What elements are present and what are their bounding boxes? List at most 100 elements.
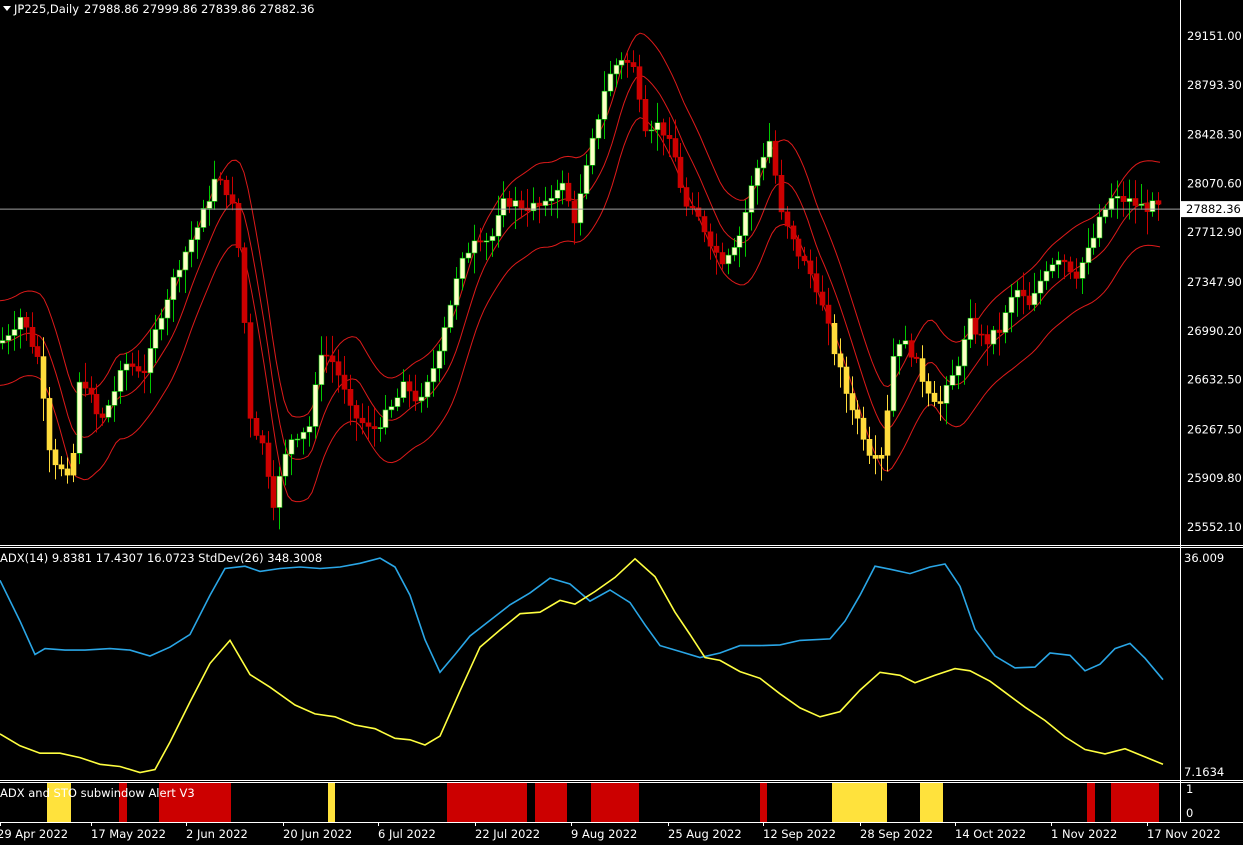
candle-body — [536, 202, 543, 206]
candle-body — [347, 388, 354, 406]
price-tick-label: 29151.00 — [1187, 29, 1242, 43]
candle-body — [919, 358, 926, 382]
candle-body — [312, 384, 319, 427]
candle-body — [984, 334, 991, 345]
candle-body — [813, 273, 820, 293]
candle-body — [388, 406, 395, 411]
alert-header: ADX and STO subwindow Alert V3 — [0, 786, 195, 800]
chart-canvas[interactable]: 27882.36 29151.00 28793.30 28428.30 28070.60… — [0, 0, 1243, 845]
candle-body — [259, 435, 266, 444]
candle-body — [412, 390, 419, 402]
candle-body — [607, 73, 614, 92]
candle-body — [430, 368, 437, 383]
ohlc-values: 27988.86 27999.86 27839.86 27882.36 — [84, 2, 314, 16]
candle-body — [530, 202, 537, 212]
candle-body — [648, 129, 655, 132]
candle-body — [206, 201, 213, 209]
alert-tick-1: 1 — [1186, 782, 1193, 796]
candle-body — [843, 366, 850, 394]
time-tick-label: 17 Nov 2022 — [1147, 827, 1221, 841]
candle-body — [849, 393, 856, 411]
candle-body — [949, 375, 956, 386]
alert-bar-red — [447, 783, 527, 822]
candle-body — [961, 339, 968, 367]
candle-body — [223, 179, 230, 196]
candle-body — [200, 208, 207, 228]
candle-body — [636, 66, 643, 100]
candle-body — [76, 381, 83, 454]
candle-body — [754, 167, 761, 186]
price-tick-label: 28793.30 — [1187, 78, 1242, 92]
candle-body — [82, 381, 89, 389]
candle-body — [1144, 203, 1151, 212]
last-price-label: 27882.36 — [1186, 202, 1241, 216]
candle-body — [500, 198, 507, 216]
candle-body — [453, 278, 460, 306]
candle-body — [683, 187, 690, 207]
alert-bar-red — [591, 783, 639, 822]
indicator-header: ADX(14) 9.8381 17.4307 16.0723 StdDev(26… — [0, 551, 322, 565]
candle-body — [819, 291, 826, 306]
indicator-tick-top: 36.009 — [1184, 551, 1224, 565]
candle-body — [406, 381, 413, 392]
candle-body — [801, 255, 808, 262]
candle-body — [896, 343, 903, 357]
candle-body — [447, 304, 454, 328]
symbol-label: JP225,Daily — [13, 2, 79, 16]
alert-tick-0: 0 — [1186, 806, 1193, 820]
candle-body — [253, 417, 260, 436]
candle-body — [860, 417, 867, 440]
candle-body — [46, 398, 53, 451]
candle-body — [866, 438, 873, 456]
candle-body — [742, 212, 749, 237]
candle-body — [329, 355, 336, 363]
candle-body — [548, 198, 555, 202]
time-tick-label: 29 Apr 2022 — [0, 827, 68, 841]
candle-body — [495, 215, 502, 237]
price-tick-label: 28070.60 — [1187, 176, 1242, 190]
candle-body — [129, 363, 136, 367]
candle-body — [489, 235, 496, 241]
price-tick-label: 27347.90 — [1187, 275, 1242, 289]
alert-bar-red — [1111, 783, 1159, 822]
candle-body — [595, 119, 602, 139]
candle-body — [270, 476, 277, 508]
time-tick-label: 28 Sep 2022 — [860, 827, 933, 841]
candle-body — [725, 254, 732, 265]
candle-body — [52, 449, 59, 466]
candle-body — [1043, 270, 1050, 282]
candle-body — [353, 405, 360, 419]
candle-body — [229, 194, 236, 204]
candle-body — [784, 211, 791, 227]
candle-body — [778, 175, 785, 213]
candle-body — [88, 387, 95, 395]
candle-body — [559, 182, 566, 191]
candle-body — [1020, 289, 1027, 297]
price-tick-label: 27712.90 — [1187, 225, 1242, 239]
candle-body — [565, 182, 572, 202]
price-tick-label: 26990.20 — [1187, 324, 1242, 338]
candle-body — [978, 333, 985, 336]
candle-body — [152, 329, 159, 349]
candle-body — [182, 251, 189, 271]
candle-body — [613, 64, 620, 75]
candle-body — [931, 392, 938, 402]
candle-body — [902, 340, 909, 345]
candle-body — [512, 200, 519, 207]
candle-body — [772, 140, 779, 176]
candle-body — [217, 178, 224, 181]
candle-body — [601, 90, 608, 120]
candle-body — [105, 405, 112, 418]
candle-body — [854, 409, 861, 419]
candle-body — [589, 137, 596, 166]
candle-body — [890, 355, 897, 412]
candle-body — [1079, 262, 1086, 279]
candle-body — [176, 269, 183, 278]
candle-body — [241, 247, 248, 323]
candle-body — [642, 99, 649, 132]
candle-body — [872, 455, 879, 459]
candle-body — [365, 422, 372, 427]
candle-body — [908, 340, 915, 358]
candle-body — [288, 439, 295, 455]
time-tick-label: 12 Sep 2022 — [763, 827, 836, 841]
